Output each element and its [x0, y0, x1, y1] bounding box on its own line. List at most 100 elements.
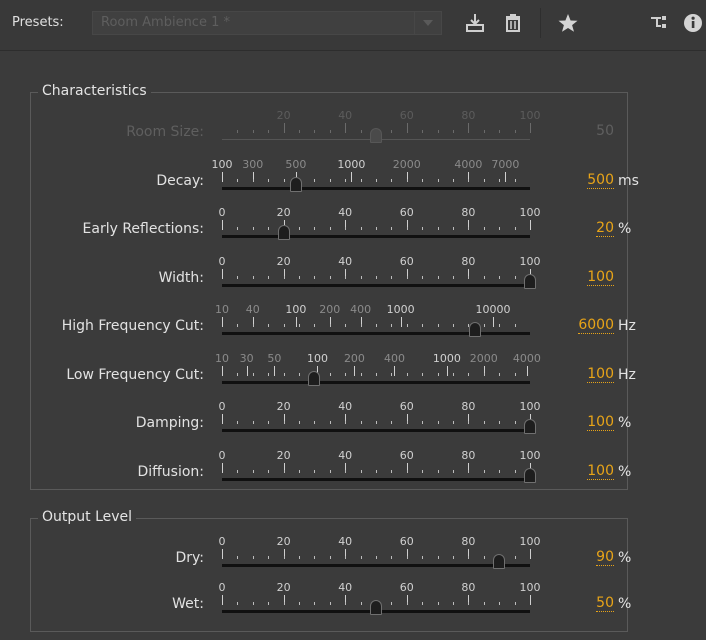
- minor-tick: [283, 275, 285, 279]
- slider-row: High Frequency Cut: 10 40 100 200 400 1000 1000…: [0, 302, 706, 352]
- minor-tick: [360, 602, 362, 605]
- slider-value[interactable]: 100: [587, 366, 614, 383]
- minor-tick: [453, 372, 454, 376]
- toolbar-separator: [540, 8, 541, 38]
- minor-tick: [514, 275, 516, 279]
- tick-label: 80: [461, 535, 476, 548]
- minor-tick: [406, 178, 408, 182]
- minor-tick: [391, 469, 393, 473]
- slider-row: Low Frequency Cut: 10 30 50 100 200 400 1000 200…: [0, 351, 706, 401]
- presets-dropdown[interactable]: Room Ambience 1 *: [92, 11, 442, 35]
- minor-tick: [345, 130, 347, 133]
- tick-label: 0: [218, 581, 226, 594]
- tick-mark: [400, 317, 402, 327]
- slider-value[interactable]: 50: [596, 596, 614, 612]
- chevron-down-icon[interactable]: [414, 12, 441, 34]
- minor-tick: [237, 275, 239, 279]
- slider-thumb[interactable]: [277, 225, 290, 240]
- tick-label: 60: [399, 254, 414, 268]
- info-icon[interactable]: [682, 12, 704, 34]
- tick-mark: [222, 220, 223, 230]
- minor-tick: [345, 324, 347, 327]
- slider-unit: %: [618, 463, 632, 480]
- tick-label: 40: [338, 581, 353, 594]
- minor-tick: [422, 602, 424, 605]
- favorite-star-icon[interactable]: [557, 12, 579, 34]
- tick-label: 40: [338, 254, 353, 268]
- minor-tick: [376, 556, 377, 559]
- tick-mark: [394, 365, 396, 376]
- minor-tick: [499, 227, 501, 230]
- minor-tick: [437, 178, 439, 182]
- tick-label: 100: [519, 254, 541, 268]
- minor-tick: [406, 602, 408, 605]
- minor-tick: [499, 275, 501, 279]
- minor-tick: [268, 602, 270, 605]
- minor-tick: [329, 324, 331, 327]
- tick-mark: [222, 462, 223, 473]
- slider-thumb[interactable]: [493, 554, 506, 569]
- slider-thumb[interactable]: [524, 419, 536, 434]
- tick-label: 80: [461, 448, 476, 462]
- slider-label: Width:: [158, 269, 204, 286]
- slider-track[interactable]: [222, 283, 530, 287]
- minor-tick: [376, 469, 377, 473]
- slider-thumb[interactable]: [524, 273, 536, 289]
- tick-label: 100: [306, 351, 328, 365]
- slider-track[interactable]: [222, 332, 530, 335]
- minor-tick: [406, 556, 408, 559]
- tick-label: 100: [519, 400, 541, 413]
- tick-label: 80: [461, 206, 476, 219]
- slider-track[interactable]: [222, 477, 530, 481]
- minor-tick: [499, 178, 501, 182]
- slider-value[interactable]: 6000: [578, 318, 614, 334]
- slider-value[interactable]: 500: [587, 172, 614, 189]
- tick-mark: [354, 365, 356, 376]
- slider-value[interactable]: 100: [587, 269, 614, 286]
- minor-tick: [422, 372, 424, 376]
- minor-tick: [268, 130, 270, 133]
- minor-tick: [376, 324, 377, 327]
- minor-tick: [376, 372, 377, 376]
- slider-thumb[interactable]: [308, 370, 321, 386]
- save-preset-icon[interactable]: [464, 12, 486, 34]
- slider-value[interactable]: 90: [596, 550, 614, 566]
- tick-label: 400: [350, 303, 372, 316]
- delete-preset-icon[interactable]: [502, 12, 524, 34]
- slider-unit: %: [618, 415, 632, 431]
- minor-tick: [453, 421, 454, 424]
- minor-tick: [329, 556, 331, 559]
- minor-tick: [360, 324, 362, 327]
- tick-mark: [222, 268, 223, 279]
- slider-label: Wet:: [172, 596, 204, 612]
- slider-track[interactable]: [222, 235, 530, 238]
- slider-track[interactable]: [222, 429, 530, 432]
- slider-thumb[interactable]: [468, 322, 481, 337]
- slider-value[interactable]: 100: [587, 463, 614, 480]
- tick-label: 500: [285, 157, 307, 171]
- minor-tick: [391, 130, 393, 133]
- slider-track[interactable]: [222, 380, 530, 384]
- tick-mark: [446, 365, 448, 376]
- minor-tick: [268, 275, 270, 279]
- slider-thumb[interactable]: [289, 176, 302, 192]
- tick-label: 4000: [454, 157, 483, 171]
- tick-label: 40: [338, 109, 353, 122]
- slider-thumb[interactable]: [524, 467, 536, 483]
- slider-track[interactable]: [222, 564, 530, 567]
- minor-tick: [391, 178, 393, 182]
- minor-tick: [299, 372, 300, 376]
- tick-label: 100: [211, 157, 233, 171]
- slider-value[interactable]: 100: [587, 415, 614, 431]
- slider-thumb[interactable]: [370, 600, 382, 615]
- slider-value[interactable]: 20: [596, 221, 614, 237]
- minor-tick: [514, 178, 516, 182]
- slider-row: Room Size: 20 40 60 80 100 50: [0, 108, 706, 158]
- slider-row: Width: 0 20 40 60 80 100 100: [0, 254, 706, 304]
- minor-tick: [283, 324, 285, 327]
- minor-tick: [237, 556, 239, 559]
- slider-label: Early Reflections:: [82, 221, 204, 237]
- minor-tick: [283, 421, 285, 424]
- slider-track[interactable]: [222, 186, 530, 190]
- routing-icon[interactable]: [648, 12, 670, 34]
